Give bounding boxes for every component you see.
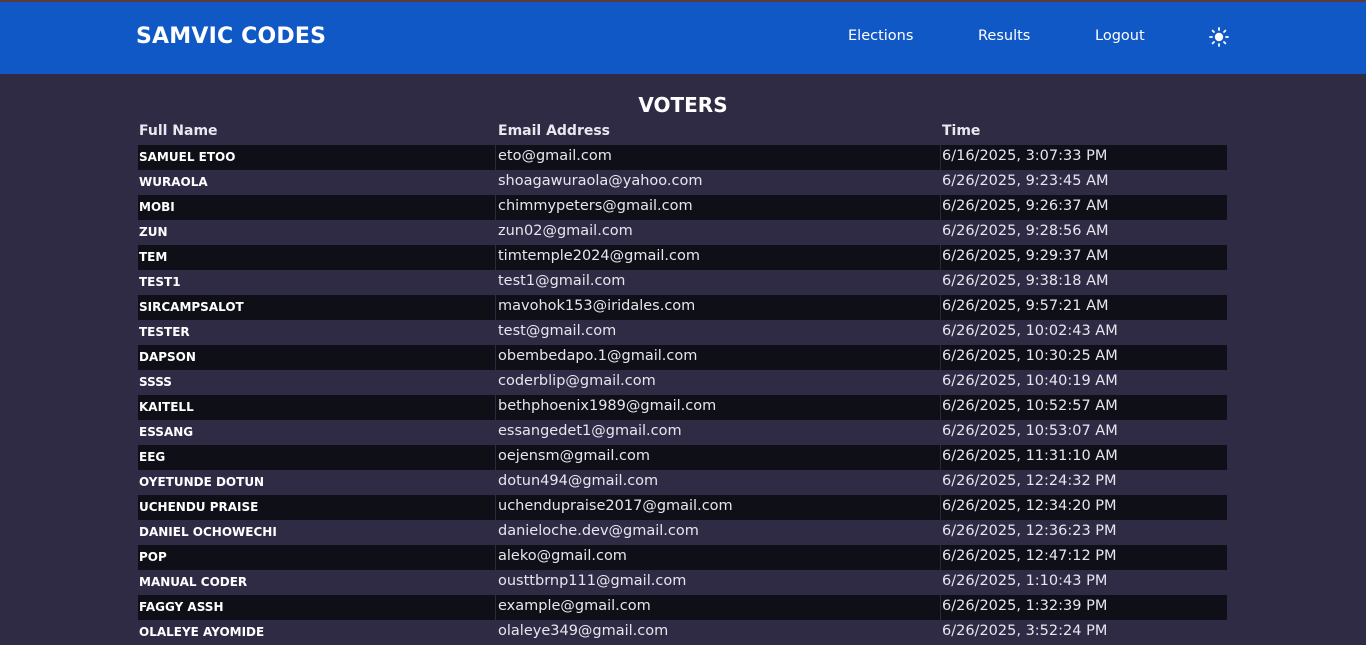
- voter-name: TESTER: [139, 325, 190, 339]
- table-row: WURAOLA shoagawuraola@yahoo.com 6/26/2025,…: [138, 170, 1227, 195]
- column-header-email: Email Address: [498, 123, 611, 139]
- table-row: SSSS coderblip@gmail.com 6/26/2025, 10:40:…: [138, 370, 1227, 395]
- voter-name: ESSANG: [139, 425, 194, 439]
- table-row: TESTER test@gmail.com 6/26/2025, 10:02:43 …: [138, 320, 1227, 345]
- vote-time: 6/26/2025, 9:29:37 AM: [942, 248, 1109, 264]
- table-row: SIRCAMPSALOT mavohok153@iridales.com 6/26/…: [138, 295, 1227, 320]
- sun-icon[interactable]: [1209, 27, 1229, 47]
- table-row: OLALEYE AYOMIDE olaleye349@gmail.com 6/26/…: [138, 620, 1227, 645]
- vote-time: 6/26/2025, 10:30:25 AM: [942, 348, 1118, 364]
- vote-time: 6/26/2025, 9:38:18 AM: [942, 273, 1109, 289]
- voter-email: uchendupraise2017@gmail.com: [498, 498, 733, 514]
- voter-email: ousttbrnp111@gmail.com: [498, 573, 687, 589]
- top-navbar: SAMVIC CODES Elections Results Logout: [0, 0, 1366, 74]
- vote-time: 6/16/2025, 3:07:33 PM: [942, 148, 1108, 164]
- table-row: POP aleko@gmail.com 6/26/2025, 12:47:12 PM: [138, 545, 1227, 570]
- vote-time: 6/26/2025, 9:28:56 AM: [942, 223, 1109, 239]
- voter-name: TEST1: [139, 275, 181, 289]
- voter-name: SIRCAMPSALOT: [139, 300, 244, 314]
- column-header-full-name: Full Name: [139, 123, 218, 139]
- voter-name: SAMUEL ETOO: [139, 150, 236, 164]
- voter-name: ZUN: [139, 225, 168, 239]
- voter-name: WURAOLA: [139, 175, 208, 189]
- voter-name: MANUAL CODER: [139, 575, 248, 589]
- voter-email: aleko@gmail.com: [498, 548, 627, 564]
- voter-email: danieloche.dev@gmail.com: [498, 523, 699, 539]
- voter-email: essangedet1@gmail.com: [498, 423, 682, 439]
- table-row: MANUAL CODER ousttbrnp111@gmail.com 6/26/2…: [138, 570, 1227, 595]
- voter-name: OYETUNDE DOTUN: [139, 475, 265, 489]
- column-header-time: Time: [942, 123, 981, 139]
- voters-table: Full Name Email Address Time SAMUEL ETOO…: [138, 120, 1227, 645]
- vote-time: 6/26/2025, 10:40:19 AM: [942, 373, 1118, 389]
- table-row: DAPSON obembedapo.1@gmail.com 6/26/2025, 1…: [138, 345, 1227, 370]
- voter-name: SSSS: [139, 375, 172, 389]
- table-row: DANIEL OCHOWECHI danieloche.dev@gmail.com…: [138, 520, 1227, 545]
- voter-name: POP: [139, 550, 167, 564]
- voter-email: coderblip@gmail.com: [498, 373, 656, 389]
- voter-email: test1@gmail.com: [498, 273, 626, 289]
- table-row: TEM timtemple2024@gmail.com 6/26/2025, 9:2…: [138, 245, 1227, 270]
- table-row: UCHENDU PRAISE uchendupraise2017@gmail.co…: [138, 495, 1227, 520]
- voter-name: UCHENDU PRAISE: [139, 500, 259, 514]
- voter-email: olaleye349@gmail.com: [498, 623, 669, 639]
- nav-link-logout[interactable]: Logout: [1095, 28, 1145, 44]
- vote-time: 6/26/2025, 11:31:10 AM: [942, 448, 1118, 464]
- voter-email: dotun494@gmail.com: [498, 473, 659, 489]
- vote-time: 6/26/2025, 1:10:43 PM: [942, 573, 1108, 589]
- voter-email: timtemple2024@gmail.com: [498, 248, 700, 264]
- vote-time: 6/26/2025, 10:02:43 AM: [942, 323, 1118, 339]
- voter-name: EEG: [139, 450, 166, 464]
- voter-email: chimmypeters@gmail.com: [498, 198, 693, 214]
- voter-email: eto@gmail.com: [498, 148, 612, 164]
- table-row: KAITELL bethphoenix1989@gmail.com 6/26/202…: [138, 395, 1227, 420]
- table-row: ZUN zun02@gmail.com 6/26/2025, 9:28:56 AM: [138, 220, 1227, 245]
- vote-time: 6/26/2025, 3:52:24 PM: [942, 623, 1108, 639]
- vote-time: 6/26/2025, 12:36:23 PM: [942, 523, 1117, 539]
- voter-email: bethphoenix1989@gmail.com: [498, 398, 717, 414]
- voter-name: KAITELL: [139, 400, 194, 414]
- vote-time: 6/26/2025, 9:26:37 AM: [942, 198, 1109, 214]
- table-body: SAMUEL ETOO eto@gmail.com 6/16/2025, 3:07:…: [138, 145, 1227, 645]
- nav-link-elections[interactable]: Elections: [848, 28, 913, 44]
- voter-email: mavohok153@iridales.com: [498, 298, 696, 314]
- voter-name: TEM: [139, 250, 168, 264]
- voter-name: MOBI: [139, 200, 175, 214]
- voter-name: OLALEYE AYOMIDE: [139, 625, 265, 639]
- vote-time: 6/26/2025, 9:23:45 AM: [942, 173, 1109, 189]
- table-header: Full Name Email Address Time: [138, 120, 1227, 145]
- nav-link-results[interactable]: Results: [978, 28, 1030, 44]
- voter-email: oejensm@gmail.com: [498, 448, 650, 464]
- vote-time: 6/26/2025, 9:57:21 AM: [942, 298, 1109, 314]
- vote-time: 6/26/2025, 10:52:57 AM: [942, 398, 1118, 414]
- table-row: ESSANG essangedet1@gmail.com 6/26/2025, 10…: [138, 420, 1227, 445]
- voter-name: DAPSON: [139, 350, 196, 364]
- table-row: SAMUEL ETOO eto@gmail.com 6/16/2025, 3:07:…: [138, 145, 1227, 170]
- table-row: OYETUNDE DOTUN dotun494@gmail.com 6/26/202…: [138, 470, 1227, 495]
- vote-time: 6/26/2025, 10:53:07 AM: [942, 423, 1118, 439]
- brand-logo-text[interactable]: SAMVIC CODES: [136, 24, 326, 49]
- voter-email: example@gmail.com: [498, 598, 651, 614]
- voter-email: test@gmail.com: [498, 323, 617, 339]
- voter-email: obembedapo.1@gmail.com: [498, 348, 698, 364]
- table-row: EEG oejensm@gmail.com 6/26/2025, 11:31:10 …: [138, 445, 1227, 470]
- table-row: FAGGY ASSH example@gmail.com 6/26/2025, 1:…: [138, 595, 1227, 620]
- voter-name: FAGGY ASSH: [139, 600, 224, 614]
- vote-time: 6/26/2025, 12:47:12 PM: [942, 548, 1117, 564]
- page-title: VOTERS: [638, 93, 728, 117]
- table-row: MOBI chimmypeters@gmail.com 6/26/2025, 9:2…: [138, 195, 1227, 220]
- voter-name: DANIEL OCHOWECHI: [139, 525, 277, 539]
- table-row: TEST1 test1@gmail.com 6/26/2025, 9:38:18 A…: [138, 270, 1227, 295]
- voter-email: zun02@gmail.com: [498, 223, 633, 239]
- voter-email: shoagawuraola@yahoo.com: [498, 173, 703, 189]
- vote-time: 6/26/2025, 12:24:32 PM: [942, 473, 1117, 489]
- vote-time: 6/26/2025, 1:32:39 PM: [942, 598, 1108, 614]
- vote-time: 6/26/2025, 12:34:20 PM: [942, 498, 1117, 514]
